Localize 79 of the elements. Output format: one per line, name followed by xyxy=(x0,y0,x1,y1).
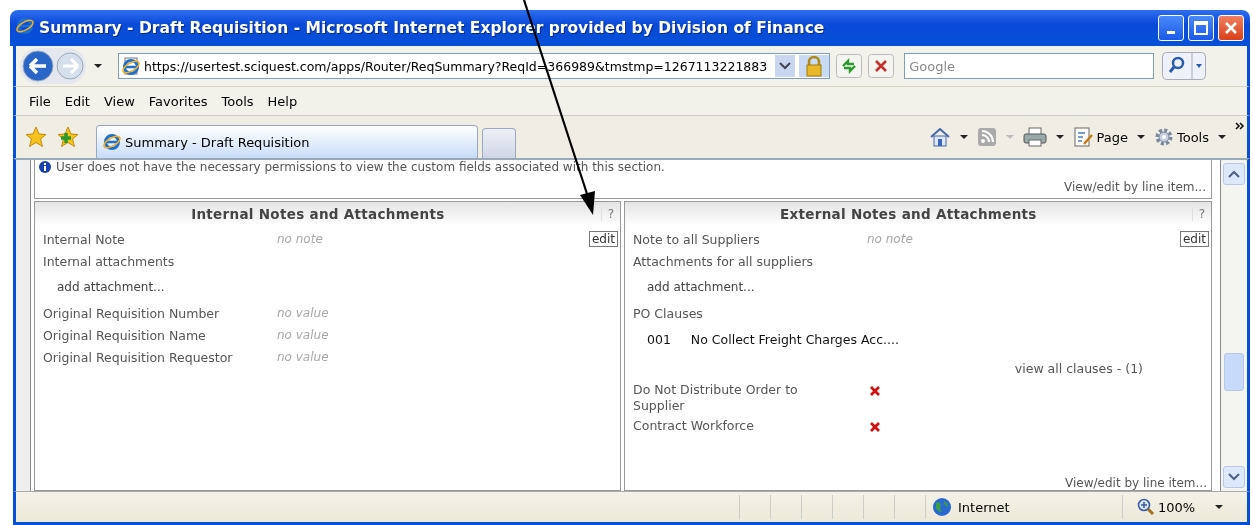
view-clauses-link[interactable]: view all clauses - (1) xyxy=(1014,360,1143,376)
caret-icon xyxy=(1228,170,1240,178)
field-label: Note to all Suppliers xyxy=(633,231,761,247)
clause-number: 001 xyxy=(647,331,671,347)
security-zone: Internet xyxy=(925,495,1122,519)
close-icon xyxy=(1224,21,1238,35)
field-value: no note xyxy=(867,232,913,246)
line-item-link[interactable]: View/edit by line item... xyxy=(1064,180,1206,194)
menu-item[interactable]: File xyxy=(22,91,58,111)
caret-icon[interactable] xyxy=(94,64,102,68)
dropdown-icon[interactable] xyxy=(775,55,796,77)
search-icon[interactable] xyxy=(1162,52,1207,80)
star-icon[interactable] xyxy=(25,126,47,148)
gear-icon xyxy=(1153,127,1174,147)
field-label: Contract Workforce xyxy=(633,418,755,434)
field-label: Attachments for all suppliers xyxy=(633,253,814,269)
field-value: no value xyxy=(277,306,329,320)
menu-item[interactable]: Help xyxy=(260,91,305,111)
menu-item[interactable]: View xyxy=(96,91,142,111)
browser-logo-icon xyxy=(16,17,34,35)
caret-icon[interactable] xyxy=(1215,505,1223,509)
chevron-icon[interactable] xyxy=(1235,122,1245,130)
menu-item[interactable]: Favorites xyxy=(141,91,215,111)
add-attachment-link[interactable]: add attachment... xyxy=(647,280,755,294)
add-attachment-link[interactable]: add attachment... xyxy=(57,280,165,294)
scrollbar[interactable] xyxy=(1221,160,1247,491)
browser-tab[interactable]: Summary - Draft Requisition xyxy=(96,125,478,158)
search-field[interactable]: Google xyxy=(904,53,1155,79)
caret-icon[interactable] xyxy=(1056,135,1065,139)
tools-menu-button[interactable]: Tools xyxy=(1153,127,1226,147)
page-icon xyxy=(122,57,140,75)
scroll-thumb[interactable] xyxy=(1224,353,1244,391)
page-menu-button[interactable]: Page xyxy=(1073,127,1145,147)
caret-icon xyxy=(1006,135,1015,139)
document-icon xyxy=(1073,127,1094,147)
field-label: Internal attachments xyxy=(43,253,175,269)
stop-icon[interactable] xyxy=(868,54,895,78)
home-icon[interactable] xyxy=(929,126,952,148)
info-icon xyxy=(39,161,51,173)
caret-icon xyxy=(1228,473,1240,481)
zoom-icon xyxy=(1137,498,1155,516)
browser-logo-icon xyxy=(103,133,121,151)
edit-button[interactable]: edit xyxy=(1179,231,1209,247)
field-value: no value xyxy=(277,350,329,364)
lock-icon xyxy=(799,55,830,77)
edit-button[interactable]: edit xyxy=(588,231,618,247)
globe-icon xyxy=(932,497,952,517)
field-label: Original Requisition Number xyxy=(43,305,221,321)
close-button[interactable] xyxy=(1218,15,1244,41)
caret-icon[interactable] xyxy=(960,135,969,139)
line-item-link[interactable]: View/edit by line item... xyxy=(1065,476,1207,490)
field-value: no note xyxy=(277,232,323,246)
help-link[interactable]: ? xyxy=(1191,207,1211,221)
panel-title: Internal Notes and Attachments xyxy=(190,206,446,222)
feed-icon xyxy=(977,127,998,147)
field-label: Do Not Distribute Order to Supplier xyxy=(633,382,799,414)
field-value: no value xyxy=(277,328,329,342)
refresh-icon[interactable] xyxy=(836,54,863,78)
back-button-icon[interactable] xyxy=(21,49,55,83)
clause-title[interactable]: No Collect Freight Charges Acc.... xyxy=(690,331,899,347)
zoom-control[interactable]: 100% xyxy=(1122,495,1197,519)
add-favorite-icon[interactable] xyxy=(57,126,79,148)
help-link[interactable]: ? xyxy=(600,207,620,221)
menu-item[interactable]: Edit xyxy=(57,91,97,111)
menu-item[interactable]: Tools xyxy=(214,91,261,111)
minimize-button[interactable] xyxy=(1158,15,1184,41)
panel-title: External Notes and Attachments xyxy=(779,206,1038,222)
field-label: Original Requisition Name xyxy=(43,327,207,343)
scroll-down-button[interactable] xyxy=(1223,466,1245,488)
caret-icon xyxy=(1218,135,1226,139)
field-label: Internal Note xyxy=(43,231,126,247)
printer-icon[interactable] xyxy=(1023,127,1048,147)
maximize-button[interactable] xyxy=(1188,15,1214,41)
scroll-up-button[interactable] xyxy=(1223,163,1245,185)
minimize-icon xyxy=(1167,30,1175,34)
field-label: Original Requisition Requestor xyxy=(43,349,234,365)
maximize-icon xyxy=(1194,21,1208,35)
field-label: PO Clauses xyxy=(633,305,703,321)
caret-icon xyxy=(1136,135,1145,139)
